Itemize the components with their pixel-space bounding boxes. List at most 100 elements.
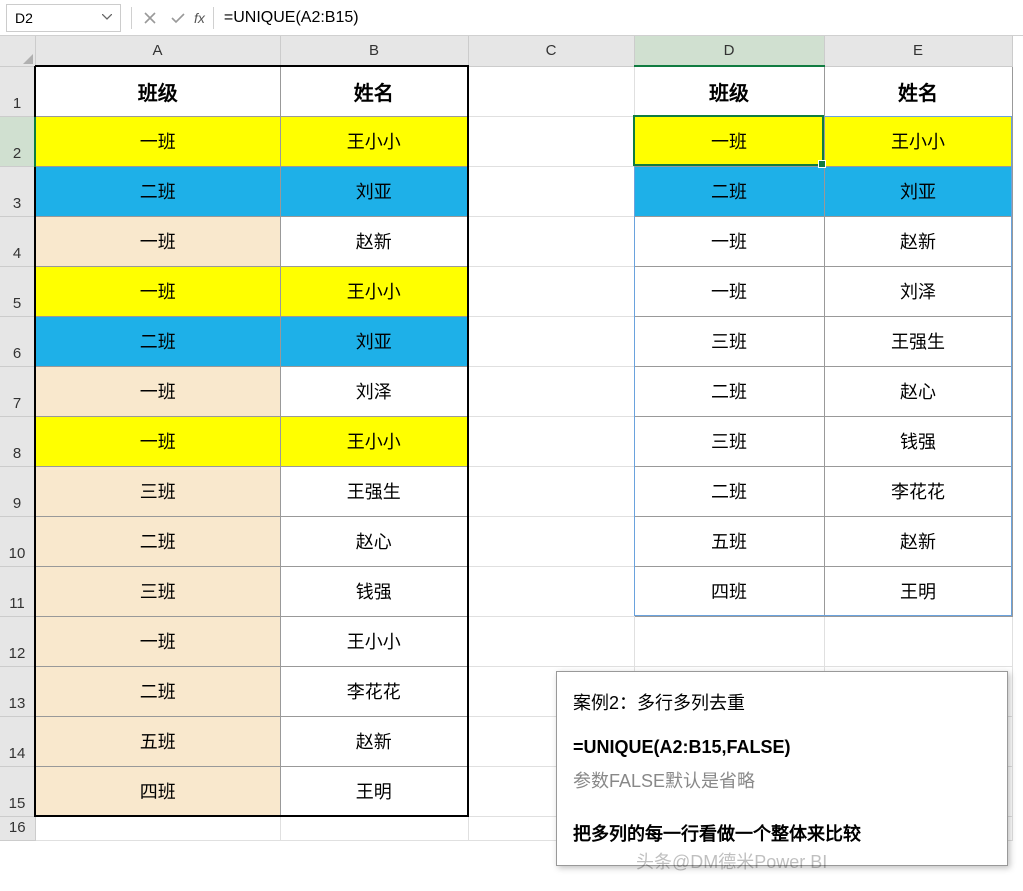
cell[interactable]: 二班 bbox=[35, 666, 280, 716]
row-header[interactable]: 5 bbox=[0, 266, 35, 316]
chevron-down-icon[interactable] bbox=[102, 12, 112, 23]
row-header[interactable]: 11 bbox=[0, 566, 35, 616]
cell[interactable]: 王强生 bbox=[824, 316, 1012, 366]
cell[interactable]: 二班 bbox=[35, 316, 280, 366]
cell[interactable]: 五班 bbox=[35, 716, 280, 766]
cell[interactable] bbox=[634, 616, 824, 666]
name-box[interactable]: D2 bbox=[6, 4, 121, 32]
row-header[interactable]: 4 bbox=[0, 216, 35, 266]
row-header[interactable]: 1 bbox=[0, 66, 35, 116]
cell[interactable]: 王小小 bbox=[280, 116, 468, 166]
row-header[interactable]: 9 bbox=[0, 466, 35, 516]
cell-reference: D2 bbox=[15, 10, 33, 26]
row-header[interactable]: 12 bbox=[0, 616, 35, 666]
column-header[interactable]: B bbox=[280, 36, 468, 66]
column-header[interactable]: C bbox=[468, 36, 634, 66]
cell[interactable]: 一班 bbox=[634, 216, 824, 266]
cell[interactable]: 刘亚 bbox=[280, 316, 468, 366]
cell[interactable]: 二班 bbox=[35, 166, 280, 216]
cell[interactable]: 二班 bbox=[634, 166, 824, 216]
cell[interactable]: 一班 bbox=[634, 266, 824, 316]
row-header[interactable]: 14 bbox=[0, 716, 35, 766]
cancel-icon[interactable] bbox=[136, 4, 164, 32]
cell[interactable]: 一班 bbox=[35, 416, 280, 466]
cell[interactable]: 一班 bbox=[634, 116, 824, 166]
cell[interactable]: 五班 bbox=[634, 516, 824, 566]
cell[interactable]: 一班 bbox=[35, 616, 280, 666]
cell[interactable]: 王小小 bbox=[280, 266, 468, 316]
cell[interactable]: 刘亚 bbox=[280, 166, 468, 216]
cell[interactable]: 赵新 bbox=[280, 216, 468, 266]
row-header[interactable]: 6 bbox=[0, 316, 35, 366]
cell[interactable]: 钱强 bbox=[824, 416, 1012, 466]
cell[interactable]: 姓名 bbox=[824, 66, 1012, 116]
row-header[interactable]: 8 bbox=[0, 416, 35, 466]
cell[interactable]: 刘泽 bbox=[280, 366, 468, 416]
note-formula: =UNIQUE(A2:B15,FALSE) bbox=[573, 730, 991, 764]
cell[interactable]: 二班 bbox=[634, 466, 824, 516]
column-header[interactable]: E bbox=[824, 36, 1012, 66]
cell[interactable] bbox=[468, 266, 634, 316]
cell[interactable]: 姓名 bbox=[280, 66, 468, 116]
row-header[interactable]: 15 bbox=[0, 766, 35, 816]
cell[interactable]: 刘泽 bbox=[824, 266, 1012, 316]
cell[interactable] bbox=[824, 616, 1012, 666]
select-all-corner[interactable] bbox=[0, 36, 35, 66]
cell[interactable] bbox=[35, 816, 280, 840]
cell[interactable] bbox=[468, 66, 634, 116]
cell[interactable]: 王强生 bbox=[280, 466, 468, 516]
note-title: 案例2：多行多列去重 bbox=[573, 686, 991, 720]
cell[interactable]: 三班 bbox=[35, 466, 280, 516]
cell[interactable]: 刘亚 bbox=[824, 166, 1012, 216]
cell[interactable] bbox=[468, 416, 634, 466]
cell[interactable]: 赵新 bbox=[824, 516, 1012, 566]
cell[interactable]: 王小小 bbox=[280, 616, 468, 666]
row-header[interactable]: 16 bbox=[0, 816, 35, 840]
cell[interactable]: 王小小 bbox=[824, 116, 1012, 166]
cell[interactable]: 李花花 bbox=[824, 466, 1012, 516]
cell[interactable] bbox=[468, 366, 634, 416]
column-header[interactable]: D bbox=[634, 36, 824, 66]
cell[interactable]: 二班 bbox=[634, 366, 824, 416]
formula-input[interactable] bbox=[218, 4, 1023, 32]
column-header[interactable]: A bbox=[35, 36, 280, 66]
cell[interactable]: 三班 bbox=[634, 316, 824, 366]
row-header[interactable]: 3 bbox=[0, 166, 35, 216]
formula-bar: D2 fx bbox=[0, 0, 1023, 36]
cell[interactable] bbox=[468, 216, 634, 266]
row-header[interactable]: 7 bbox=[0, 366, 35, 416]
cell[interactable]: 三班 bbox=[35, 566, 280, 616]
enter-icon[interactable] bbox=[164, 4, 192, 32]
cell[interactable] bbox=[468, 166, 634, 216]
cell[interactable]: 一班 bbox=[35, 216, 280, 266]
cell[interactable]: 四班 bbox=[35, 766, 280, 816]
cell[interactable]: 四班 bbox=[634, 566, 824, 616]
fx-icon[interactable]: fx bbox=[194, 10, 205, 26]
cell[interactable]: 赵新 bbox=[280, 716, 468, 766]
row-header[interactable]: 2 bbox=[0, 116, 35, 166]
cell[interactable]: 赵心 bbox=[824, 366, 1012, 416]
cell[interactable] bbox=[468, 516, 634, 566]
cell[interactable]: 一班 bbox=[35, 266, 280, 316]
cell[interactable] bbox=[468, 316, 634, 366]
row-header[interactable]: 10 bbox=[0, 516, 35, 566]
cell[interactable]: 王明 bbox=[824, 566, 1012, 616]
cell[interactable] bbox=[468, 566, 634, 616]
cell[interactable] bbox=[280, 816, 468, 840]
cell[interactable]: 李花花 bbox=[280, 666, 468, 716]
cell[interactable]: 一班 bbox=[35, 366, 280, 416]
cell[interactable] bbox=[468, 116, 634, 166]
cell[interactable]: 三班 bbox=[634, 416, 824, 466]
cell[interactable]: 班级 bbox=[35, 66, 280, 116]
cell[interactable]: 王明 bbox=[280, 766, 468, 816]
cell[interactable]: 班级 bbox=[634, 66, 824, 116]
cell[interactable]: 二班 bbox=[35, 516, 280, 566]
row-header[interactable]: 13 bbox=[0, 666, 35, 716]
cell[interactable]: 一班 bbox=[35, 116, 280, 166]
cell[interactable]: 钱强 bbox=[280, 566, 468, 616]
cell[interactable] bbox=[468, 466, 634, 516]
cell[interactable]: 赵心 bbox=[280, 516, 468, 566]
cell[interactable] bbox=[468, 616, 634, 666]
cell[interactable]: 赵新 bbox=[824, 216, 1012, 266]
cell[interactable]: 王小小 bbox=[280, 416, 468, 466]
